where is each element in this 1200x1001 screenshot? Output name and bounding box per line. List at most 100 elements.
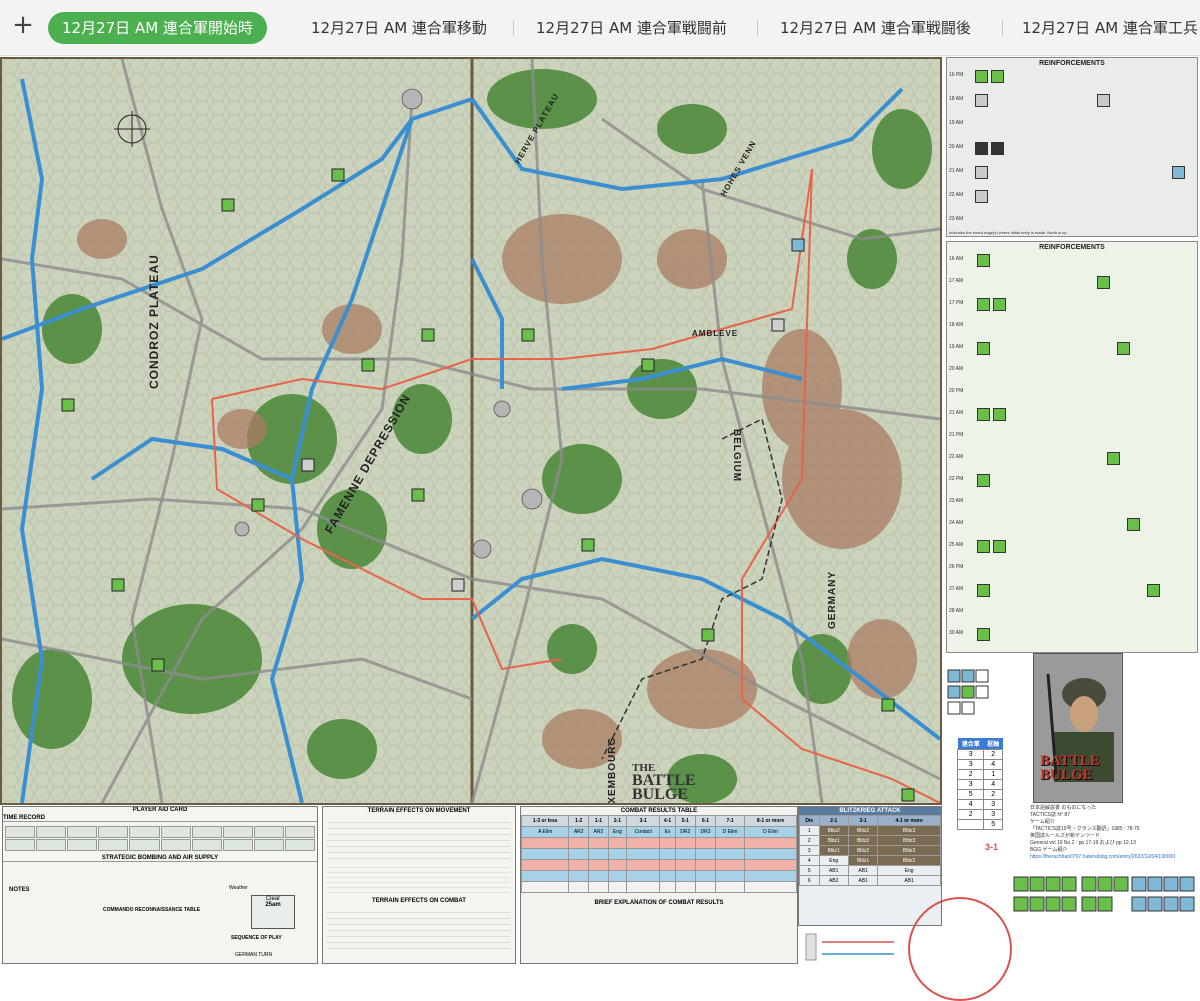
unit-counter[interactable] [1097, 94, 1110, 107]
terrain-movement-table [327, 819, 511, 859]
tab-separator [757, 20, 758, 36]
tab-allied-engineer[interactable]: 12月27日 AM 連合軍工兵 [1022, 12, 1198, 44]
map-label-luxembourg: LUXEMBOURG [607, 736, 618, 805]
unit-counter[interactable] [1147, 584, 1160, 597]
unit-counter[interactable] [975, 190, 988, 203]
reinf-row-time: 21 PM [949, 432, 964, 438]
tab-allied-move[interactable]: 12月27日 AM 連合軍移動 [311, 12, 487, 44]
reinf-row-time: 21 AM [949, 410, 964, 416]
time-box[interactable] [160, 826, 191, 838]
unit-counter[interactable] [1127, 518, 1140, 531]
unit-counter[interactable] [975, 142, 988, 155]
reference-notes: 日本語解説書 のものになった TACTICS誌 N° 87 ゲーム紹介 「TAC… [1030, 805, 1176, 860]
time-box[interactable] [98, 826, 129, 838]
die-cell: 4 [983, 779, 1003, 790]
time-box[interactable] [284, 826, 315, 838]
map-label-ambleve: AMBLEVE [692, 329, 739, 338]
tab-separator [513, 20, 514, 36]
die-cell: 3 [983, 799, 1003, 810]
time-box[interactable] [98, 839, 129, 851]
terrain-combat-title: TERRAIN EFFECTS ON COMBAT [372, 898, 466, 904]
game-map[interactable]: CONDROZ PLATEAU HERVE PLATEAU HOHES VENN… [0, 57, 942, 805]
reinf-row-time: 25 AM [949, 542, 964, 548]
unit-counter[interactable] [977, 540, 990, 553]
time-box[interactable] [5, 826, 36, 838]
unit-counter[interactable] [991, 70, 1004, 83]
time-box[interactable] [253, 839, 284, 851]
reinforcements-title: REINFORCEMENTS [1039, 60, 1105, 67]
time-box[interactable] [67, 826, 98, 838]
combat-highlight-circle [908, 897, 1012, 1001]
marker-counters [947, 669, 989, 715]
unit-counter[interactable] [1117, 342, 1130, 355]
time-box[interactable] [36, 839, 67, 851]
box-cover-image: BATTLE BULGE [1033, 653, 1123, 803]
unit-counter[interactable] [977, 342, 990, 355]
crt-grid: 1-3 or less 1-2 1-1 2-1 3-1 4-1 5-1 6-1 7-1 8-1 o… [521, 815, 797, 893]
add-tab-button[interactable]: + [8, 10, 38, 40]
map-terrain [2, 59, 940, 803]
unit-counter[interactable] [977, 298, 990, 311]
unit-counter[interactable] [993, 298, 1006, 311]
die-cell: 3 [956, 779, 985, 790]
time-box[interactable] [253, 826, 284, 838]
unit-counter[interactable] [977, 584, 990, 597]
weather-marker[interactable]: Clear 25am [251, 895, 295, 929]
reinf-row-time: 17 AM [949, 278, 964, 284]
blitzkrieg-attack-table: BLITZKRIEG ATTACK Die 2-1 3-1 4-1 or more 1… [798, 806, 942, 926]
reinforcements-panel-bottom: REINFORCEMENTS 16 AM 17 AM 17 PM 18 AM 1… [946, 241, 1198, 653]
time-box[interactable] [5, 839, 36, 851]
map-label-condroz: CONDROZ PLATEAU [147, 254, 161, 389]
game-logo: THE BATTLE BULGE [632, 762, 696, 803]
reinforcements-title: REINFORCEMENTS [1039, 244, 1105, 251]
reinf-row-time: 19 AM [949, 120, 964, 126]
reinf-row-time: 22 PM [949, 476, 964, 482]
time-box[interactable] [222, 839, 253, 851]
reinf-row-time: 30 AM [949, 630, 964, 636]
weather-label: Weather [229, 885, 248, 891]
unit-counter[interactable] [977, 408, 990, 421]
unit-counter[interactable] [1107, 452, 1120, 465]
unit-counter[interactable] [975, 94, 988, 107]
reinf-row-time: 22 AM [949, 454, 964, 460]
reinf-row-time: 21 AM [949, 168, 964, 174]
terrain-text-block [327, 863, 511, 893]
tab-allied-post-combat[interactable]: 12月27日 AM 連合軍戦闘後 [780, 12, 971, 44]
terrain-effects-card: TERRAIN EFFECTS ON MOVEMENT TERRAIN EFFE… [322, 806, 516, 964]
reinforcements-panel-top: REINFORCEMENTS 16 PM 18 AM 19 AM 20 AM 2… [946, 57, 1198, 237]
time-box[interactable] [222, 826, 253, 838]
tab-allied-start[interactable]: 12月27日 AM 連合軍開始時 [48, 12, 267, 44]
unit-counter[interactable] [1097, 276, 1110, 289]
time-box[interactable] [191, 826, 222, 838]
time-box[interactable] [129, 839, 160, 851]
reinf-footer: Indicates the board edge(s) where initia… [949, 230, 1068, 235]
reinf-row-time: 27 AM [949, 586, 964, 592]
time-box[interactable] [284, 839, 315, 851]
unit-counter[interactable] [977, 474, 990, 487]
time-box[interactable] [160, 839, 191, 851]
time-box[interactable] [129, 826, 160, 838]
unit-counter[interactable] [991, 142, 1004, 155]
reinf-row-time: 20 PM [949, 388, 964, 394]
reinf-row-time: 17 PM [949, 300, 964, 306]
unit-counter[interactable] [975, 166, 988, 179]
reinf-row-time: 18 AM [949, 322, 964, 328]
unit-counter-tray[interactable] [1012, 875, 1200, 919]
unit-counter[interactable] [977, 628, 990, 641]
time-box[interactable] [191, 839, 222, 851]
time-record-track [3, 824, 317, 853]
die-cell: 2 [956, 769, 985, 780]
unit-counter[interactable] [1172, 166, 1185, 179]
unit-counter[interactable] [993, 408, 1006, 421]
time-box[interactable] [36, 826, 67, 838]
map-label-germany: GERMANY [827, 570, 838, 629]
tab-allied-pre-combat[interactable]: 12月27日 AM 連合軍戦闘前 [536, 12, 727, 44]
unit-counter[interactable] [993, 540, 1006, 553]
time-record-title: TIME RECORD [3, 815, 317, 822]
reinf-row-time: 16 PM [949, 72, 964, 78]
unit-counter[interactable] [975, 70, 988, 83]
unit-counter[interactable] [977, 254, 990, 267]
time-box[interactable] [67, 839, 98, 851]
die-cell: 2 [956, 809, 985, 820]
die-cell: 3 [956, 759, 985, 770]
